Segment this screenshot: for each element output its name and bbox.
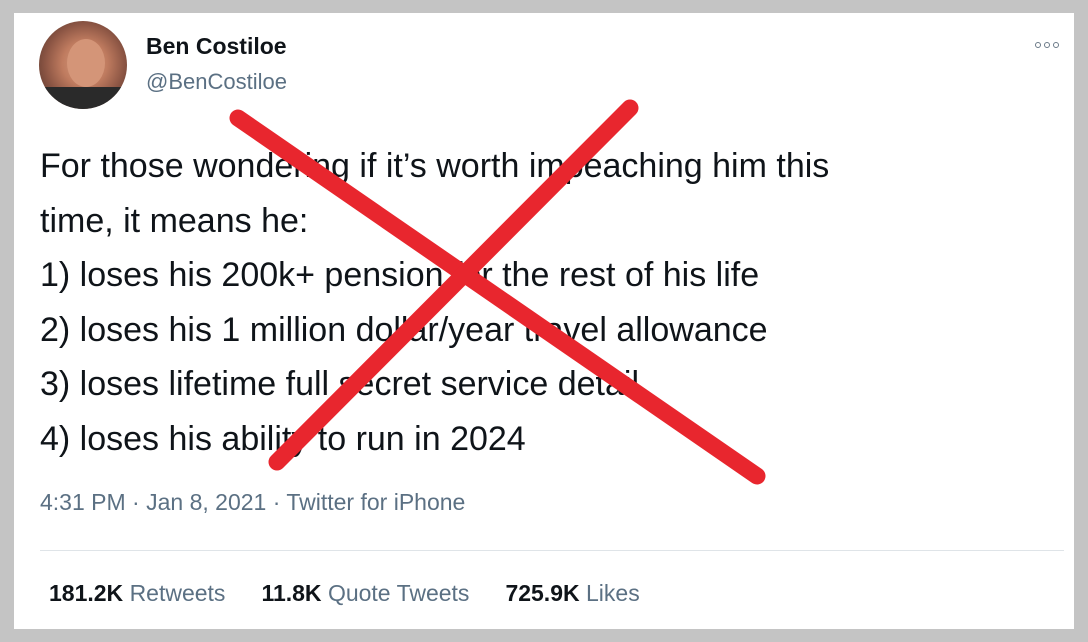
tweet-meta: 4:31 PM · Jan 8, 2021 · Twitter for iPho…: [40, 489, 465, 516]
quote-tweets-label: Quote Tweets: [327, 580, 470, 606]
retweets-label: Retweets: [129, 580, 226, 606]
quote-tweets-count: 11.8K: [261, 580, 328, 606]
more-options-icon[interactable]: [1030, 38, 1064, 52]
more-dot: [1053, 42, 1059, 48]
more-dot: [1035, 42, 1041, 48]
tweet-line: 3) loses lifetime full secret service de…: [40, 365, 640, 403]
tweet-time[interactable]: 4:31 PM: [40, 489, 126, 515]
likes-label: Likes: [586, 580, 640, 606]
tweet-line: For those wondering if it’s worth impeac…: [40, 147, 830, 185]
author-name[interactable]: Ben Costiloe: [146, 33, 287, 60]
retweets-count: 181.2K: [49, 580, 130, 606]
author-handle[interactable]: @BenCostiloe: [146, 69, 287, 95]
retweets-stat[interactable]: 181.2K Retweets: [49, 580, 225, 607]
tweet-date[interactable]: Jan 8, 2021: [146, 489, 266, 515]
tweet-line: 4) loses his ability to run in 2024: [40, 419, 526, 458]
tweet-text: For those wondering if it’s worth impeac…: [40, 139, 1050, 466]
tweet-source[interactable]: Twitter for iPhone: [286, 489, 465, 515]
likes-count: 725.9K: [505, 580, 586, 606]
likes-stat[interactable]: 725.9K Likes: [505, 580, 639, 607]
avatar-shirt: [39, 87, 127, 109]
meta-separator: ·: [272, 489, 287, 515]
tweet-stats: 181.2K Retweets 11.8K Quote Tweets 725.9…: [49, 580, 640, 607]
avatar-face: [67, 39, 105, 87]
avatar[interactable]: [39, 21, 127, 109]
tweet-line: 2) loses his 1 million dollar/year trave…: [40, 310, 768, 349]
meta-separator: ·: [132, 489, 147, 515]
tweet-line: 1) loses his 200k+ pension for the rest …: [40, 256, 760, 294]
more-dot: [1044, 42, 1050, 48]
tweet-card: Ben Costiloe @BenCostiloe For those wond…: [14, 13, 1074, 629]
divider: [40, 550, 1064, 551]
tweet-line: time, it means he:: [40, 201, 309, 240]
quote-tweets-stat[interactable]: 11.8K Quote Tweets: [261, 580, 469, 607]
